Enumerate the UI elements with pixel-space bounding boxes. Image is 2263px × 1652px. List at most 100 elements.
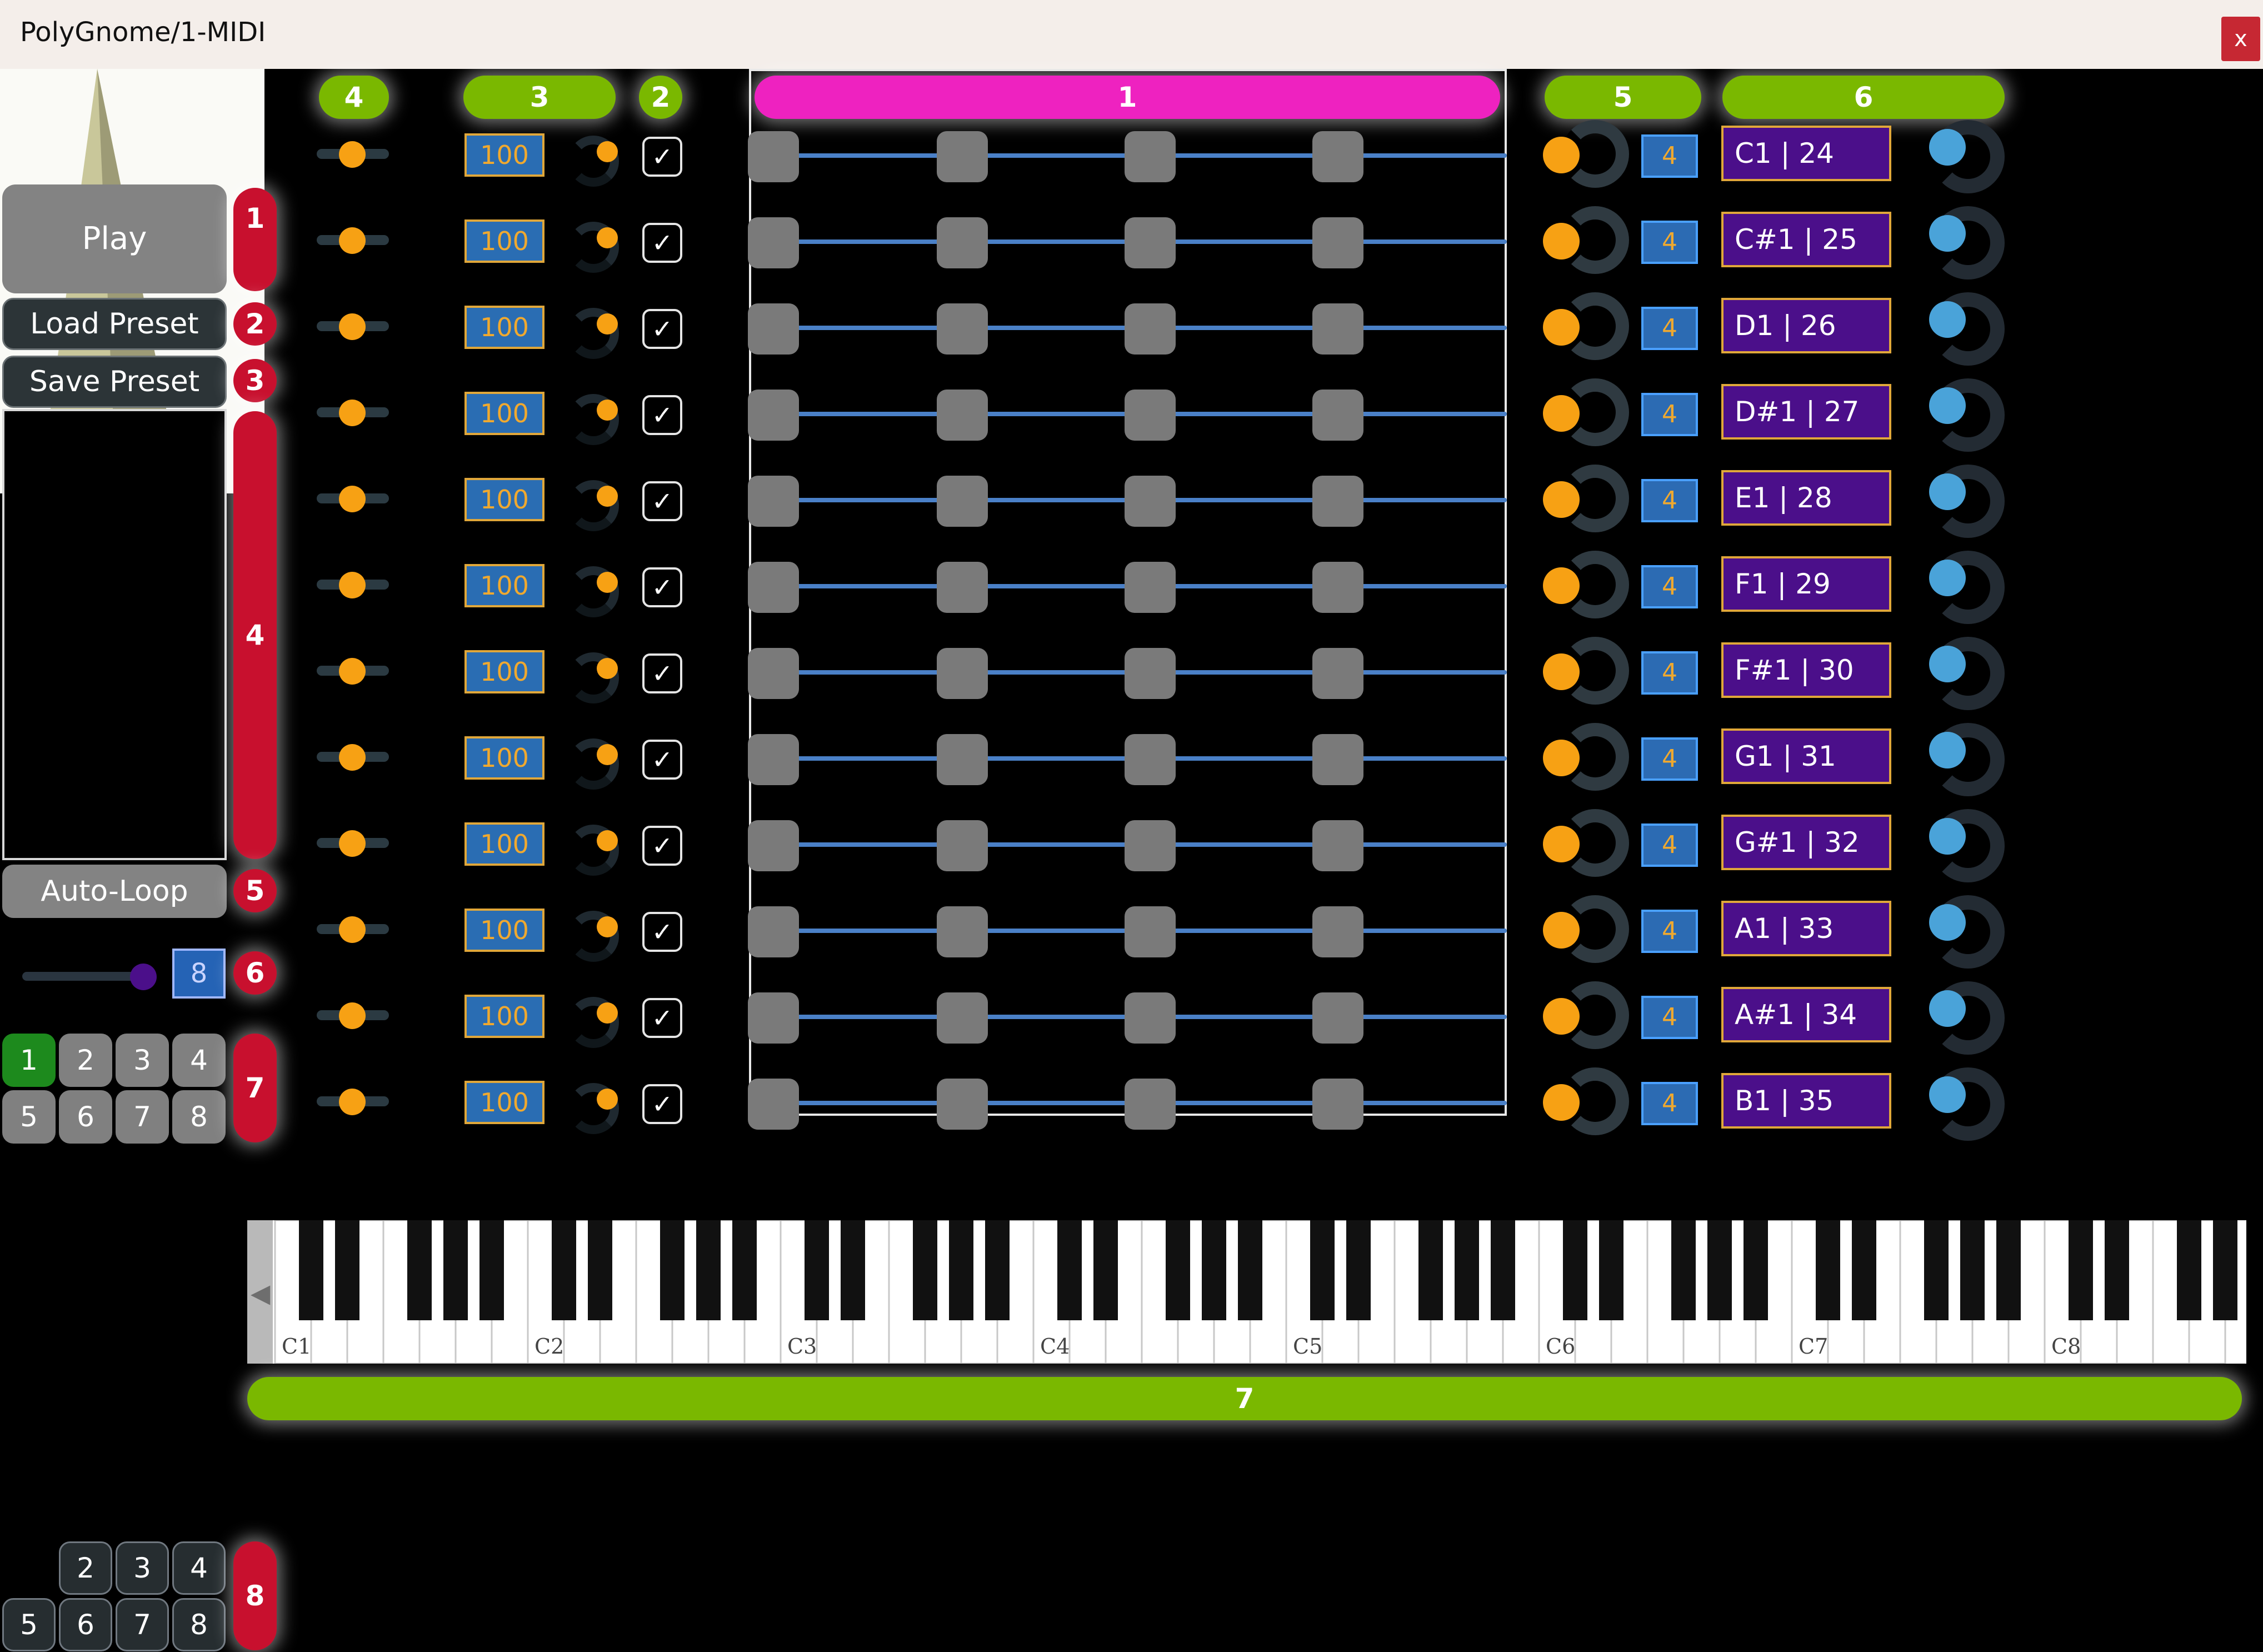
division-input[interactable]: 4 <box>1641 1082 1698 1125</box>
note-selector[interactable]: C#1 | 25 <box>1721 212 1891 267</box>
bank-button-6[interactable]: 6 <box>59 1598 112 1651</box>
bank-button-8[interactable]: 8 <box>172 1598 226 1651</box>
step-button-1[interactable] <box>748 390 799 441</box>
note-selector[interactable]: D#1 | 27 <box>1721 384 1891 440</box>
black-key[interactable] <box>1491 1220 1515 1320</box>
black-key[interactable] <box>2069 1220 2093 1320</box>
note-selector[interactable]: D1 | 26 <box>1721 298 1891 353</box>
mute-slider-thumb[interactable] <box>339 572 366 598</box>
bank-button-3[interactable]: 3 <box>116 1541 169 1595</box>
division-input[interactable]: 4 <box>1641 307 1698 350</box>
left-arrow-icon[interactable]: ◀ <box>251 1278 270 1308</box>
track-enable-checkbox[interactable]: ✓ <box>642 137 682 177</box>
mute-slider-thumb[interactable] <box>339 916 366 943</box>
step-button-3[interactable] <box>1125 820 1176 871</box>
keyboard-scroll-left[interactable]: ◀ <box>247 1220 273 1364</box>
step-button-1[interactable] <box>748 562 799 613</box>
note-selector[interactable]: A#1 | 34 <box>1721 987 1891 1042</box>
black-key[interactable] <box>1599 1220 1623 1320</box>
step-button-4[interactable] <box>1312 217 1363 268</box>
black-key[interactable] <box>588 1220 612 1320</box>
step-button-2[interactable] <box>937 303 988 355</box>
black-key[interactable] <box>1744 1220 1768 1320</box>
track-enable-checkbox[interactable]: ✓ <box>642 309 682 349</box>
black-key[interactable] <box>1202 1220 1226 1320</box>
black-key[interactable] <box>443 1220 468 1320</box>
black-key[interactable] <box>660 1220 685 1320</box>
track-enable-checkbox[interactable]: ✓ <box>642 223 682 263</box>
mute-slider-thumb[interactable] <box>339 1089 366 1115</box>
step-button-2[interactable] <box>937 562 988 613</box>
track-enable-checkbox[interactable]: ✓ <box>642 395 682 435</box>
track-enable-checkbox[interactable]: ✓ <box>642 1084 682 1124</box>
velocity-input[interactable]: 100 <box>464 306 544 349</box>
mute-slider-thumb[interactable] <box>339 486 366 512</box>
division-input[interactable]: 4 <box>1641 393 1698 436</box>
velocity-input[interactable]: 100 <box>464 219 544 263</box>
bank-button-5[interactable]: 5 <box>2 1598 56 1651</box>
mute-slider-thumb[interactable] <box>339 830 366 857</box>
track-enable-checkbox[interactable]: ✓ <box>642 481 682 521</box>
note-selector[interactable]: F#1 | 30 <box>1721 642 1891 698</box>
step-button-1[interactable] <box>748 820 799 871</box>
velocity-input[interactable]: 100 <box>464 822 544 866</box>
velocity-input[interactable]: 100 <box>464 995 544 1038</box>
mute-slider-thumb[interactable] <box>339 313 366 340</box>
black-key[interactable] <box>1057 1220 1082 1320</box>
note-selector[interactable]: G1 | 31 <box>1721 728 1891 784</box>
step-button-4[interactable] <box>1312 734 1363 785</box>
note-selector[interactable]: A1 | 33 <box>1721 901 1891 956</box>
division-input[interactable]: 4 <box>1641 996 1698 1039</box>
black-key[interactable] <box>1346 1220 1371 1320</box>
velocity-input[interactable]: 100 <box>464 133 544 177</box>
step-button-1[interactable] <box>748 476 799 527</box>
velocity-input[interactable]: 100 <box>464 650 544 693</box>
note-selector[interactable]: C1 | 24 <box>1721 126 1891 181</box>
velocity-input[interactable]: 100 <box>464 564 544 607</box>
mute-slider-thumb[interactable] <box>339 400 366 426</box>
mute-slider-thumb[interactable] <box>339 227 366 254</box>
black-key[interactable] <box>1852 1220 1876 1320</box>
black-key[interactable] <box>1816 1220 1840 1320</box>
step-button-2[interactable] <box>937 992 988 1044</box>
black-key[interactable] <box>1671 1220 1696 1320</box>
note-selector[interactable]: G#1 | 32 <box>1721 815 1891 870</box>
black-key[interactable] <box>552 1220 576 1320</box>
black-key[interactable] <box>913 1220 937 1320</box>
step-button-4[interactable] <box>1312 390 1363 441</box>
division-input[interactable]: 4 <box>1641 221 1698 264</box>
black-key[interactable] <box>2213 1220 2237 1320</box>
velocity-input[interactable]: 100 <box>464 392 544 435</box>
close-button[interactable]: x <box>2221 17 2260 61</box>
note-selector[interactable]: B1 | 35 <box>1721 1073 1891 1129</box>
step-button-1[interactable] <box>748 906 799 957</box>
step-button-2[interactable] <box>937 131 988 182</box>
step-button-2[interactable] <box>937 648 988 699</box>
division-input[interactable]: 4 <box>1641 910 1698 953</box>
black-key[interactable] <box>2177 1220 2201 1320</box>
step-button-3[interactable] <box>1125 992 1176 1044</box>
step-button-2[interactable] <box>937 906 988 957</box>
note-selector[interactable]: E1 | 28 <box>1721 470 1891 526</box>
black-key[interactable] <box>1960 1220 1985 1320</box>
division-input[interactable]: 4 <box>1641 479 1698 522</box>
black-key[interactable] <box>696 1220 721 1320</box>
bank-button-2[interactable]: 2 <box>59 1541 112 1595</box>
step-button-4[interactable] <box>1312 303 1363 355</box>
division-input[interactable]: 4 <box>1641 134 1698 178</box>
black-key[interactable] <box>335 1220 359 1320</box>
step-button-1[interactable] <box>748 992 799 1044</box>
step-button-3[interactable] <box>1125 648 1176 699</box>
step-button-4[interactable] <box>1312 562 1363 613</box>
step-button-4[interactable] <box>1312 476 1363 527</box>
step-button-2[interactable] <box>937 820 988 871</box>
step-button-4[interactable] <box>1312 1079 1363 1130</box>
note-selector[interactable]: F1 | 29 <box>1721 556 1891 612</box>
step-button-4[interactable] <box>1312 906 1363 957</box>
black-key[interactable] <box>1310 1220 1335 1320</box>
track-enable-checkbox[interactable]: ✓ <box>642 740 682 780</box>
black-key[interactable] <box>479 1220 504 1320</box>
black-key[interactable] <box>805 1220 829 1320</box>
mute-slider-thumb[interactable] <box>339 1002 366 1029</box>
bank-button-7[interactable]: 7 <box>116 1598 169 1651</box>
